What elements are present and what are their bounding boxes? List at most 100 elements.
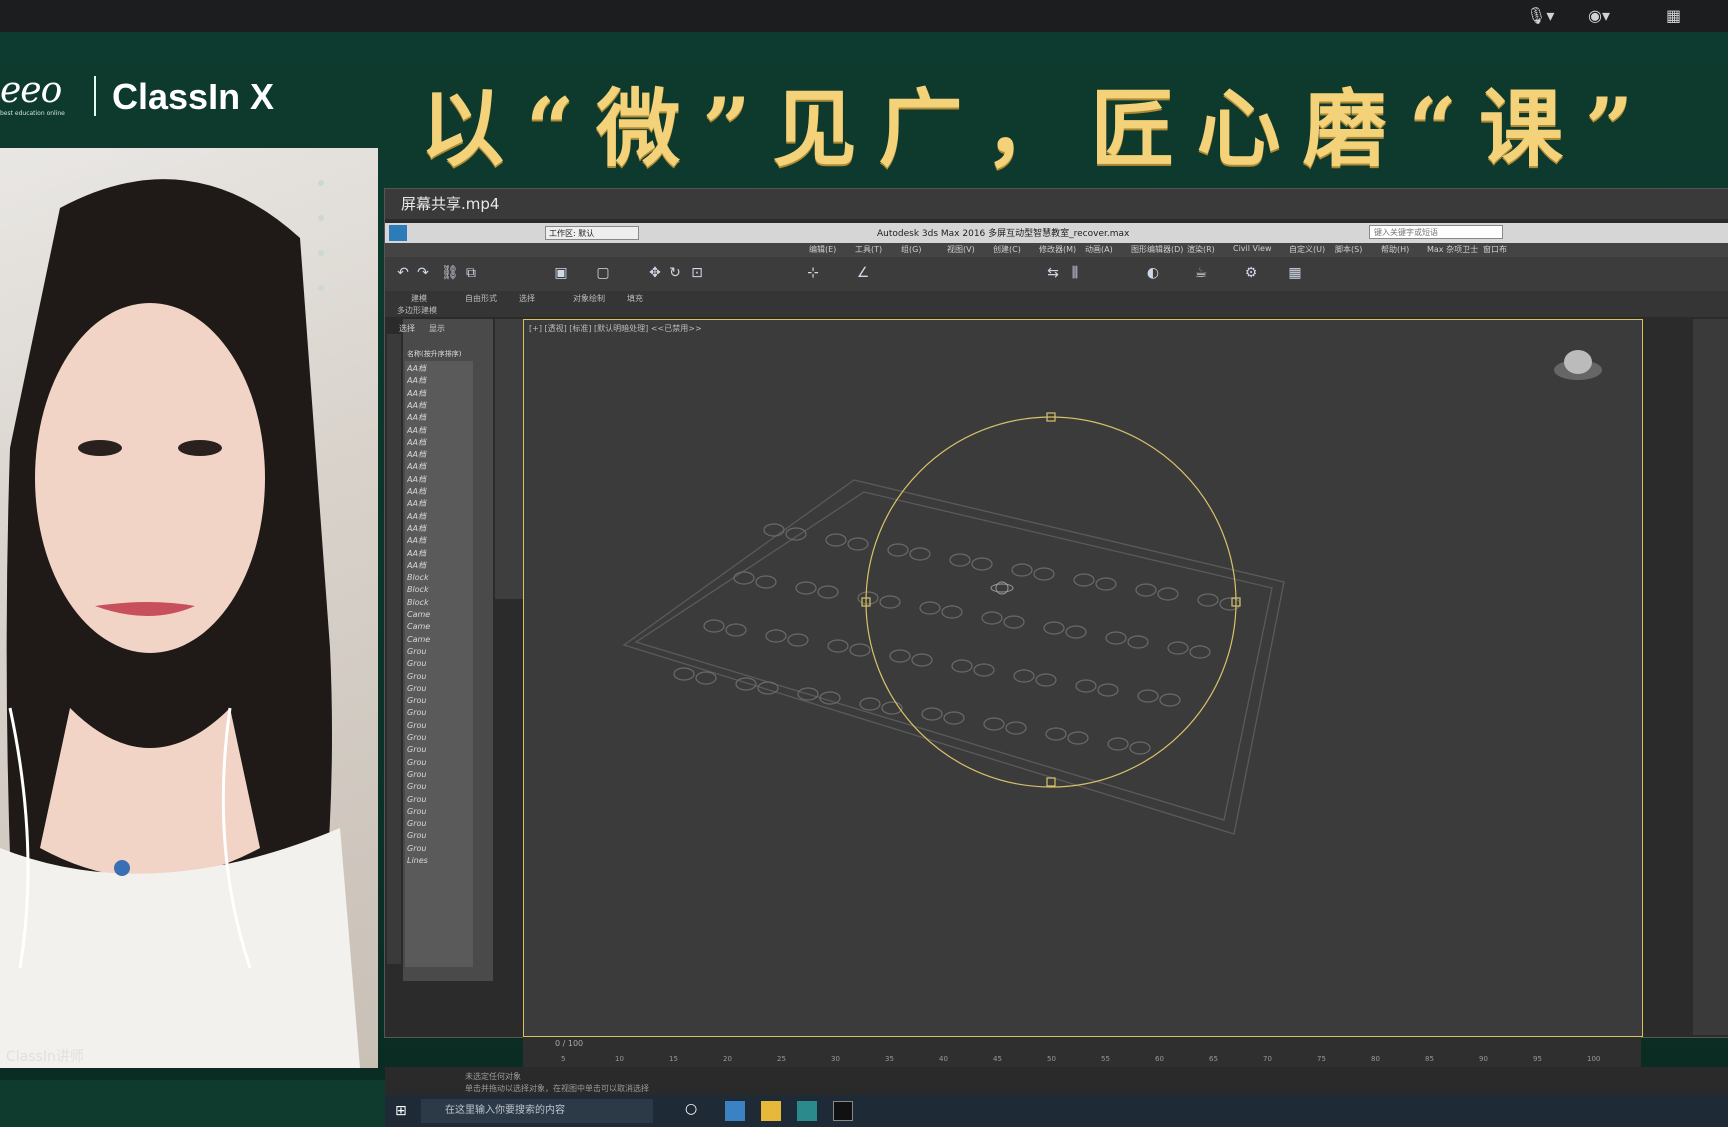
undo-icon[interactable]: ↶ — [395, 265, 411, 281]
explorer-row[interactable]: Grou — [407, 781, 471, 793]
explorer-row[interactable]: Grou — [407, 695, 471, 707]
command-panel[interactable] — [1693, 319, 1728, 1035]
3dsmax-taskbar-icon[interactable] — [797, 1101, 817, 1121]
explorer-row[interactable]: Lines — [407, 855, 471, 867]
material-editor-icon[interactable]: ◐ — [1145, 265, 1161, 281]
menu-item[interactable]: 工具(T) — [855, 244, 882, 255]
frame-counter[interactable]: 0 / 100 — [555, 1039, 583, 1048]
explorer-row[interactable]: AA档 — [407, 363, 471, 375]
explorer-row[interactable]: AA档 — [407, 437, 471, 449]
grid-icon[interactable]: ▦ — [1666, 6, 1681, 25]
cortana-icon[interactable]: ○ — [685, 1101, 705, 1121]
angle-snap-icon[interactable]: ∠ — [855, 265, 871, 281]
perspective-viewport[interactable] — [523, 319, 1643, 1037]
redo-icon[interactable]: ↷ — [415, 265, 431, 281]
windows-start-icon[interactable]: ⊞ — [395, 1103, 407, 1119]
3dsmax-logo-icon[interactable] — [389, 225, 407, 241]
explorer-row[interactable]: AA档 — [407, 412, 471, 424]
explorer-row[interactable]: AA档 — [407, 400, 471, 412]
explorer-row[interactable]: AA档 — [407, 535, 471, 547]
ribbon-tab[interactable]: 选择 — [519, 293, 535, 304]
explorer-row[interactable]: AA档 — [407, 449, 471, 461]
menu-item[interactable]: 创建(C) — [993, 244, 1021, 255]
scale-icon[interactable]: ⊡ — [689, 265, 705, 281]
menu-item[interactable]: Max 杂项卫士 — [1427, 244, 1478, 255]
align-icon[interactable]: ⫼ — [1067, 265, 1083, 281]
menu-item[interactable]: Civil View — [1233, 244, 1272, 253]
microphone-icon[interactable]: 🎙︎▾ — [1526, 6, 1554, 25]
menu-item[interactable]: 渲染(R) — [1187, 244, 1215, 255]
menu-item[interactable]: 窗口布 — [1483, 244, 1507, 255]
explorer-row[interactable]: AA档 — [407, 474, 471, 486]
explorer-row[interactable]: Block — [407, 597, 471, 609]
explorer-row[interactable]: Grou — [407, 732, 471, 744]
explorer-row[interactable]: Grou — [407, 818, 471, 830]
explorer-row[interactable]: Came — [407, 634, 471, 646]
explorer-row[interactable]: Grou — [407, 769, 471, 781]
viewport-label[interactable]: [+] [透视] [标准] [默认明暗处理] <<已禁用>> — [529, 323, 702, 334]
explorer-row[interactable]: AA档 — [407, 388, 471, 400]
explorer-row[interactable]: Block — [407, 584, 471, 596]
explorer-row[interactable]: AA档 — [407, 375, 471, 387]
explorer-row[interactable]: Grou — [407, 707, 471, 719]
menu-item[interactable]: 脚本(S) — [1335, 244, 1362, 255]
menu-item[interactable]: 自定义(U) — [1289, 244, 1325, 255]
explorer-row[interactable]: Grou — [407, 757, 471, 769]
explorer-row[interactable]: Grou — [407, 806, 471, 818]
ribbon-tab[interactable]: 自由形式 — [465, 293, 497, 304]
explorer-column-header[interactable]: 名称(按升序排序) — [407, 349, 461, 359]
explorer-row[interactable]: Grou — [407, 646, 471, 658]
explorer-row[interactable]: Grou — [407, 683, 471, 695]
calculator-icon[interactable] — [725, 1101, 745, 1121]
ribbon-tab[interactable]: 建模 — [411, 293, 427, 304]
screen-share-window[interactable]: 屏幕共享.mp4 工作区: 默认 Autodesk 3ds Max 2016 多… — [384, 188, 1728, 1127]
mirror-icon[interactable]: ⇆ — [1045, 265, 1061, 281]
explorer-row[interactable]: Grou — [407, 720, 471, 732]
explorer-tab-select[interactable]: 选择 — [399, 323, 415, 334]
ribbon-tab[interactable]: 对象绘制 — [573, 293, 605, 304]
camera-icon[interactable]: ◉▾ — [1588, 6, 1610, 25]
explorer-row[interactable]: Grou — [407, 843, 471, 855]
rotate-icon[interactable]: ↻ — [667, 265, 683, 281]
explorer-row[interactable]: Came — [407, 621, 471, 633]
app-search-input[interactable]: 键入关键字或短语 — [1369, 225, 1503, 239]
explorer-row[interactable]: Block — [407, 572, 471, 584]
render-frame-icon[interactable]: ▦ — [1287, 265, 1303, 281]
menu-item[interactable]: 动画(A) — [1085, 244, 1113, 255]
explorer-row[interactable]: Grou — [407, 671, 471, 683]
menu-item[interactable]: 帮助(H) — [1381, 244, 1409, 255]
select-icon[interactable]: ▣ — [553, 265, 569, 281]
explorer-row[interactable]: Grou — [407, 744, 471, 756]
explorer-row[interactable]: Grou — [407, 830, 471, 842]
explorer-row[interactable]: AA档 — [407, 486, 471, 498]
explorer-row[interactable]: Grou — [407, 794, 471, 806]
explorer-row[interactable]: AA档 — [407, 511, 471, 523]
menu-item[interactable]: 组(G) — [901, 244, 921, 255]
timeline[interactable] — [523, 1037, 1641, 1067]
snap-icon[interactable]: ⊹ — [805, 265, 821, 281]
explorer-row[interactable]: AA档 — [407, 548, 471, 560]
explorer-row[interactable]: AA档 — [407, 461, 471, 473]
explorer-tab-display[interactable]: 显示 — [429, 323, 445, 334]
menu-item[interactable]: 视图(V) — [947, 244, 975, 255]
explorer-row[interactable]: AA档 — [407, 425, 471, 437]
move-icon[interactable]: ✥ — [647, 265, 663, 281]
explorer-row[interactable]: Came — [407, 609, 471, 621]
workspace-dropdown[interactable]: 工作区: 默认 — [545, 226, 639, 240]
rect-select-icon[interactable]: ▢ — [595, 265, 611, 281]
menu-item[interactable]: 修改器(M) — [1039, 244, 1076, 255]
ribbon-tab[interactable]: 填充 — [627, 293, 643, 304]
explorer-row[interactable]: AA档 — [407, 560, 471, 572]
app-taskbar-icon[interactable] — [833, 1101, 853, 1121]
file-explorer-icon[interactable] — [761, 1101, 781, 1121]
render-setup-icon[interactable]: ⚙ — [1243, 265, 1259, 281]
taskbar-search-input[interactable]: 在这里输入你要搜索的内容 — [421, 1099, 653, 1123]
menu-item[interactable]: 图形编辑器(D) — [1131, 244, 1183, 255]
menu-item[interactable]: 编辑(E) — [809, 244, 836, 255]
explorer-row[interactable]: AA档 — [407, 498, 471, 510]
link-icon[interactable]: ⛓ — [441, 265, 459, 281]
explorer-row[interactable]: AA档 — [407, 523, 471, 535]
explorer-row[interactable]: Grou — [407, 658, 471, 670]
render-icon[interactable]: ☕ — [1193, 265, 1209, 281]
unlink-icon[interactable]: ⧉ — [463, 265, 479, 281]
